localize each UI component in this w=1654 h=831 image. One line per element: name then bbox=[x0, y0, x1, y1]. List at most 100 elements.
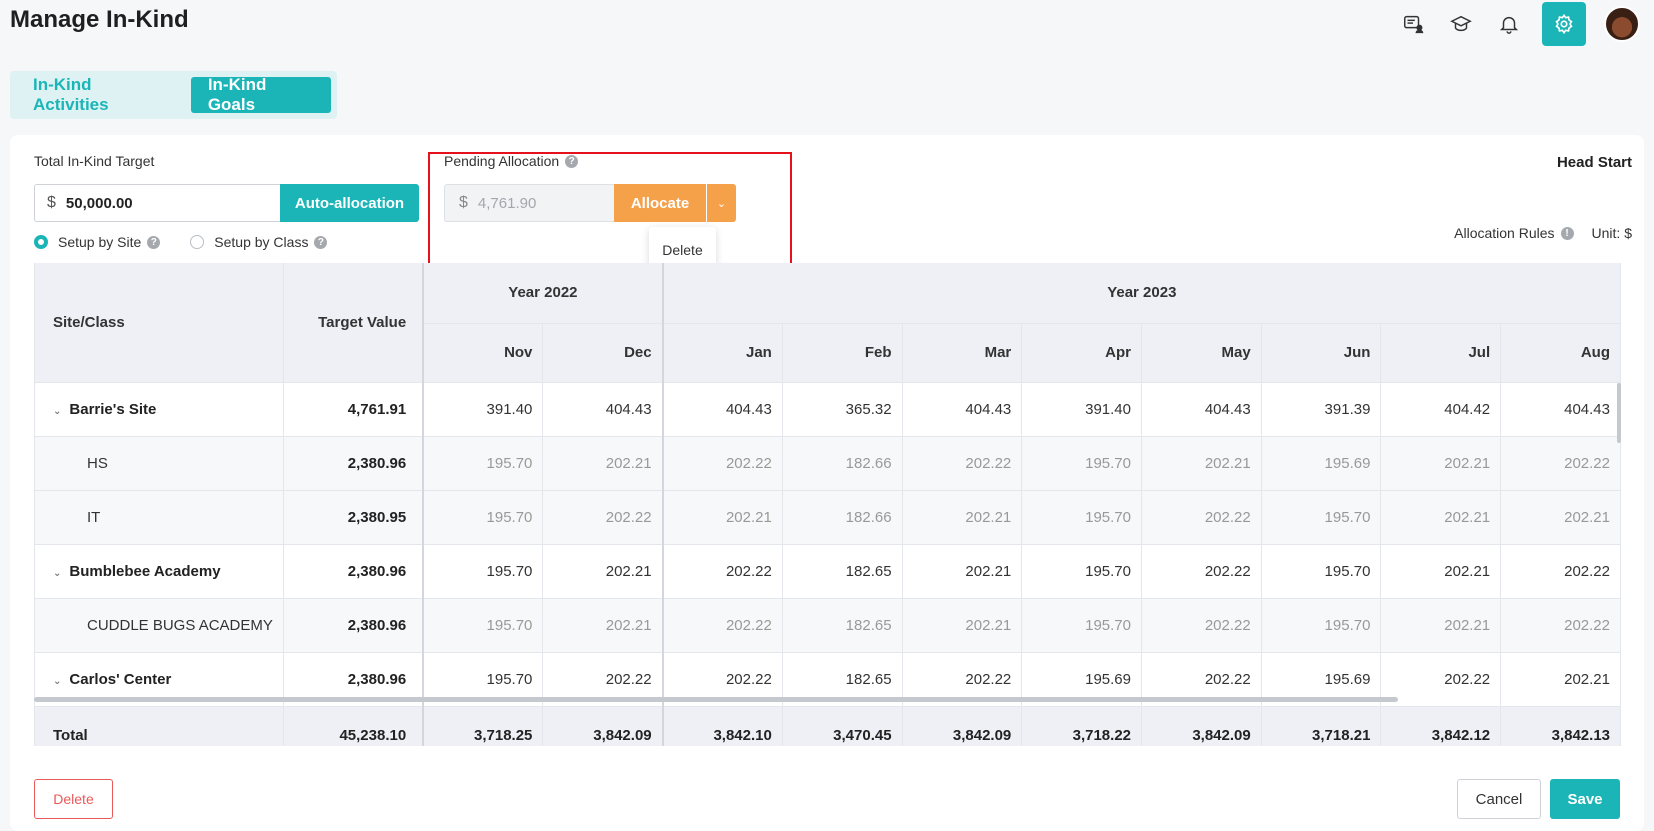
month-value-cell[interactable]: 195.70 bbox=[1261, 598, 1382, 653]
bell-icon[interactable] bbox=[1494, 9, 1524, 39]
month-value-cell[interactable]: 195.70 bbox=[423, 436, 544, 491]
setup-by-class-label[interactable]: Setup by Class bbox=[214, 234, 308, 250]
chevron-down-icon: ⌄ bbox=[716, 197, 727, 210]
setup-by-site-label[interactable]: Setup by Site bbox=[58, 234, 141, 250]
chevron-down-icon[interactable]: ⌄ bbox=[53, 676, 61, 687]
month-value-cell[interactable]: 195.70 bbox=[423, 544, 544, 599]
help-icon[interactable]: ? bbox=[565, 154, 579, 168]
month-value-cell[interactable]: 404.43 bbox=[1141, 382, 1262, 437]
site-class-name[interactable]: ⌄ Bumblebee Academy bbox=[35, 544, 284, 599]
month-value-cell[interactable]: 202.22 bbox=[902, 436, 1023, 491]
month-header: Mar bbox=[902, 323, 1023, 383]
horizontal-scrollbar[interactable] bbox=[34, 697, 1398, 702]
month-value-cell[interactable]: 202.22 bbox=[1141, 544, 1262, 599]
month-value-cell[interactable]: 202.21 bbox=[542, 598, 664, 653]
month-value-cell[interactable]: 202.22 bbox=[542, 490, 664, 545]
month-value-cell[interactable]: 182.65 bbox=[782, 544, 903, 599]
chevron-down-icon[interactable]: ⌄ bbox=[53, 406, 61, 417]
month-value-cell[interactable]: 404.43 bbox=[1500, 382, 1621, 437]
month-value-cell[interactable]: 202.22 bbox=[662, 598, 783, 653]
total-target-value: 50,000.00 bbox=[65, 194, 133, 212]
month-value-cell[interactable]: 195.70 bbox=[1021, 436, 1142, 491]
row-label: IT bbox=[87, 508, 101, 526]
month-value-cell[interactable]: 202.22 bbox=[1141, 490, 1262, 545]
month-value-cell[interactable]: 202.22 bbox=[1500, 544, 1621, 599]
month-value-cell[interactable]: 391.39 bbox=[1261, 382, 1382, 437]
month-value-cell[interactable]: 195.70 bbox=[1021, 490, 1142, 545]
month-value-cell[interactable]: 202.21 bbox=[902, 544, 1023, 599]
month-value-cell[interactable]: 202.21 bbox=[662, 490, 783, 545]
tab-in-kind-activities[interactable]: In-Kind Activities bbox=[16, 75, 183, 114]
month-value-cell[interactable]: 202.21 bbox=[542, 544, 664, 599]
month-value-cell[interactable]: 202.22 bbox=[1380, 652, 1502, 707]
month-value-cell[interactable]: 202.22 bbox=[662, 436, 783, 491]
target-value-cell: 2,380.95 bbox=[283, 490, 425, 545]
month-value-cell[interactable]: 195.70 bbox=[1261, 490, 1382, 545]
month-value-cell[interactable]: 202.22 bbox=[1500, 598, 1621, 653]
month-value-cell[interactable]: 202.21 bbox=[1380, 544, 1502, 599]
month-value-cell[interactable]: 202.21 bbox=[902, 490, 1023, 545]
month-value-cell[interactable]: 202.21 bbox=[1380, 598, 1502, 653]
month-value-cell: 3,470.45 bbox=[782, 706, 903, 746]
month-value-cell[interactable]: 202.21 bbox=[1380, 436, 1502, 491]
month-value-cell[interactable]: 182.66 bbox=[782, 436, 903, 491]
month-value-cell[interactable]: 202.21 bbox=[902, 598, 1023, 653]
allocation-rules-label[interactable]: Allocation Rules bbox=[1454, 225, 1554, 241]
setup-by-site-radio[interactable] bbox=[34, 235, 48, 249]
month-value-cell[interactable]: 202.21 bbox=[1500, 652, 1621, 707]
month-value-cell[interactable]: 404.43 bbox=[542, 382, 664, 437]
month-value-cell[interactable]: 195.69 bbox=[1261, 436, 1382, 491]
month-value-cell[interactable]: 195.70 bbox=[423, 490, 544, 545]
auto-allocation-button[interactable]: Auto-allocation bbox=[280, 184, 419, 222]
target-value-cell: 2,380.96 bbox=[283, 436, 425, 491]
allocate-dropdown-toggle[interactable]: ⌄ bbox=[707, 184, 736, 222]
delete-button[interactable]: Delete bbox=[34, 779, 113, 819]
month-value-cell[interactable]: 202.21 bbox=[1141, 436, 1262, 491]
chevron-down-icon[interactable]: ⌄ bbox=[53, 568, 61, 579]
month-value-cell[interactable]: 404.43 bbox=[662, 382, 783, 437]
help-icon[interactable]: ? bbox=[147, 235, 161, 249]
month-value-cell[interactable]: 202.21 bbox=[1380, 490, 1502, 545]
month-value-cell[interactable]: 182.65 bbox=[782, 598, 903, 653]
tab-in-kind-goals[interactable]: In-Kind Goals bbox=[190, 75, 331, 114]
month-value-cell[interactable]: 202.21 bbox=[1500, 490, 1621, 545]
allocate-button[interactable]: Allocate bbox=[614, 184, 706, 222]
month-value-cell[interactable]: 202.22 bbox=[1141, 598, 1262, 653]
month-value-cell[interactable]: 202.22 bbox=[662, 544, 783, 599]
setup-by-class-radio[interactable] bbox=[190, 235, 205, 249]
month-value-cell[interactable]: 202.21 bbox=[542, 436, 664, 491]
save-button[interactable]: Save bbox=[1550, 779, 1620, 819]
month-value-cell[interactable]: 365.32 bbox=[782, 382, 903, 437]
month-value-cell[interactable]: 182.66 bbox=[782, 490, 903, 545]
month-value-cell[interactable]: 195.70 bbox=[1021, 544, 1142, 599]
chat-user-icon[interactable] bbox=[1398, 9, 1428, 39]
month-value-cell[interactable]: 195.70 bbox=[1261, 544, 1382, 599]
month-header: Jan bbox=[662, 323, 783, 383]
vertical-scrollbar[interactable] bbox=[1617, 383, 1621, 443]
help-icon[interactable]: ? bbox=[314, 235, 328, 249]
month-value-cell: 3,718.25 bbox=[423, 706, 544, 746]
cancel-button[interactable]: Cancel bbox=[1457, 779, 1541, 819]
month-header: Feb bbox=[782, 323, 903, 383]
table-row: ⌄ Bumblebee Academy 2,380.96 195.70 202.21 20… bbox=[35, 544, 1621, 599]
site-class-name: IT bbox=[35, 490, 284, 545]
month-value-cell[interactable]: 195.70 bbox=[423, 598, 544, 653]
month-value-cell[interactable]: 404.42 bbox=[1380, 382, 1502, 437]
month-value-cell[interactable]: 391.40 bbox=[423, 382, 544, 437]
month-value-cell[interactable]: 404.43 bbox=[902, 382, 1023, 437]
help-icon[interactable]: ! bbox=[1560, 226, 1574, 240]
site-class-name[interactable]: ⌄ Barrie's Site bbox=[35, 382, 284, 437]
month-value-cell[interactable]: 391.40 bbox=[1021, 382, 1142, 437]
col-target-value: Target Value bbox=[283, 263, 425, 383]
page-title: Manage In-Kind bbox=[10, 6, 189, 33]
row-label: Carlos' Center bbox=[69, 670, 172, 688]
month-value-cell[interactable]: 202.22 bbox=[1500, 436, 1621, 491]
month-value-cell[interactable]: 195.70 bbox=[1021, 598, 1142, 653]
table-row: CUDDLE BUGS ACADEMY 2,380.96 195.70 202.21 2… bbox=[35, 598, 1621, 653]
currency-symbol: $ bbox=[459, 194, 468, 211]
graduation-cap-icon[interactable] bbox=[1446, 9, 1476, 39]
avatar[interactable] bbox=[1604, 6, 1640, 42]
total-target-input[interactable]: $ 50,000.00 bbox=[34, 184, 280, 222]
gear-icon[interactable] bbox=[1542, 2, 1586, 46]
row-label: Total bbox=[53, 726, 88, 744]
